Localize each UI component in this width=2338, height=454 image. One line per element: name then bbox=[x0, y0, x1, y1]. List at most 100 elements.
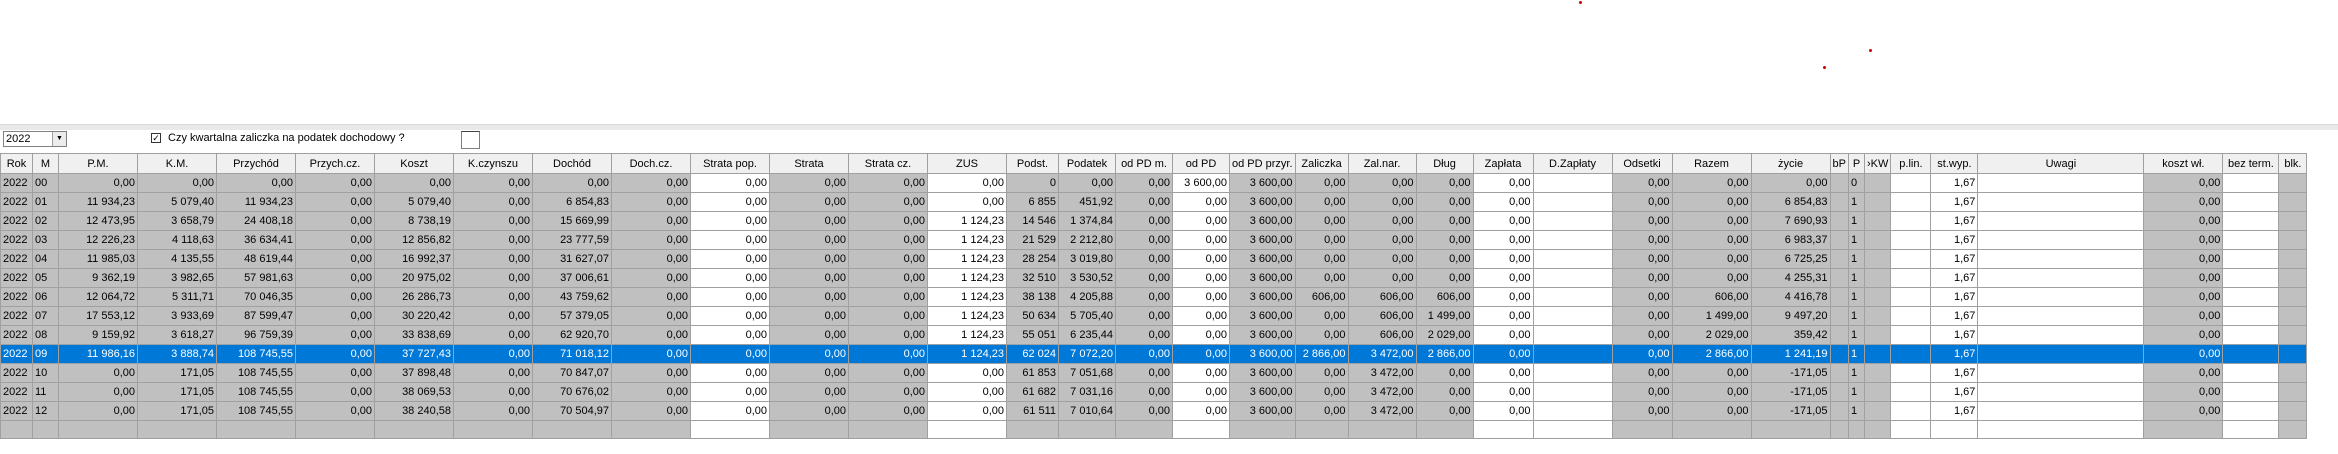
table-cell[interactable] bbox=[2278, 382, 2308, 402]
table-cell[interactable]: 0,00 bbox=[453, 173, 533, 193]
table-cell[interactable]: 3 888,74 bbox=[137, 344, 217, 364]
table-cell[interactable]: 0,00 bbox=[1115, 192, 1173, 212]
table-cell[interactable] bbox=[2222, 192, 2280, 212]
table-cell[interactable] bbox=[1115, 420, 1173, 439]
table-cell[interactable]: 04 bbox=[32, 249, 59, 269]
table-cell[interactable] bbox=[1890, 211, 1932, 231]
table-cell[interactable]: 4 255,31 bbox=[1750, 268, 1831, 288]
table-cell[interactable] bbox=[1848, 420, 1865, 439]
table-cell[interactable]: 1,67 bbox=[1930, 325, 1979, 345]
table-cell[interactable] bbox=[1829, 249, 1850, 269]
table-cell[interactable]: 0,00 bbox=[690, 306, 770, 326]
table-cell[interactable]: 0,00 bbox=[295, 306, 375, 326]
quarterly-advance-checkbox[interactable]: ✓ bbox=[151, 133, 161, 143]
table-cell[interactable]: 1 124,23 bbox=[927, 249, 1007, 269]
table-cell[interactable]: 0,00 bbox=[137, 173, 217, 193]
table-cell[interactable]: 1 124,23 bbox=[927, 325, 1007, 345]
table-cell[interactable] bbox=[1863, 211, 1892, 231]
table-cell[interactable]: 0,00 bbox=[1415, 230, 1474, 250]
table-row[interactable]: 2022 05 9 362,19 3 982,65 57 981,63 0,00 20 97… bbox=[0, 268, 2308, 288]
column-header[interactable]: blk. bbox=[2278, 153, 2308, 174]
table-cell[interactable]: 0,00 bbox=[1172, 230, 1230, 250]
table-cell[interactable] bbox=[0, 420, 33, 439]
table-cell[interactable]: 0,00 bbox=[1472, 401, 1534, 421]
table-cell[interactable]: 0,00 bbox=[1611, 230, 1673, 250]
table-cell[interactable] bbox=[1829, 211, 1850, 231]
table-cell[interactable] bbox=[1890, 287, 1932, 307]
table-cell[interactable]: 0,00 bbox=[1472, 325, 1534, 345]
table-cell[interactable]: 2022 bbox=[0, 382, 33, 402]
table-cell[interactable]: 12 064,72 bbox=[58, 287, 138, 307]
table-cell[interactable] bbox=[927, 420, 1007, 439]
table-cell[interactable] bbox=[1863, 382, 1892, 402]
table-cell[interactable]: 0,00 bbox=[1415, 249, 1474, 269]
column-header[interactable]: st.wyp. bbox=[1930, 153, 1979, 174]
table-cell[interactable]: 3 019,80 bbox=[1058, 249, 1116, 269]
table-cell[interactable]: 2022 bbox=[0, 306, 33, 326]
table-cell[interactable]: 0,00 bbox=[769, 325, 849, 345]
table-cell[interactable] bbox=[2278, 192, 2308, 212]
table-cell[interactable]: 3 472,00 bbox=[1347, 363, 1417, 383]
table-cell[interactable]: 09 bbox=[32, 344, 59, 364]
table-cell[interactable]: 0,00 bbox=[453, 382, 533, 402]
table-cell[interactable]: 61 853 bbox=[1006, 363, 1059, 383]
table-cell[interactable]: 0,00 bbox=[58, 173, 138, 193]
table-cell[interactable]: 32 510 bbox=[1006, 268, 1059, 288]
table-cell[interactable]: 0 bbox=[1848, 173, 1865, 193]
table-cell[interactable]: 108 745,55 bbox=[216, 401, 296, 421]
table-cell[interactable]: 1 499,00 bbox=[1671, 306, 1752, 326]
table-cell[interactable] bbox=[374, 420, 454, 439]
table-cell[interactable]: 5 079,40 bbox=[137, 192, 217, 212]
table-cell[interactable]: 3 600,00 bbox=[1229, 363, 1296, 383]
table-cell[interactable]: 57 379,05 bbox=[532, 306, 612, 326]
table-cell[interactable]: 0,00 bbox=[2143, 192, 2224, 212]
table-cell[interactable]: 0,00 bbox=[1347, 230, 1417, 250]
table-cell[interactable]: 0,00 bbox=[1058, 173, 1116, 193]
table-cell[interactable]: 1 124,23 bbox=[927, 306, 1007, 326]
table-cell[interactable]: 0,00 bbox=[1750, 173, 1831, 193]
table-cell[interactable]: 24 408,18 bbox=[216, 211, 296, 231]
table-cell[interactable]: 3 472,00 bbox=[1347, 344, 1417, 364]
table-cell[interactable] bbox=[1977, 344, 2145, 364]
table-cell[interactable] bbox=[1890, 344, 1932, 364]
table-cell[interactable]: 2 866,00 bbox=[1671, 344, 1752, 364]
table-cell[interactable]: 0,00 bbox=[453, 268, 533, 288]
column-header[interactable]: Przych.cz. bbox=[295, 153, 375, 174]
table-cell[interactable] bbox=[1890, 401, 1932, 421]
table-cell[interactable] bbox=[1977, 420, 2145, 439]
table-cell[interactable]: 606,00 bbox=[1347, 287, 1417, 307]
table-cell[interactable]: 0,00 bbox=[1172, 192, 1230, 212]
table-cell[interactable]: 6 725,25 bbox=[1750, 249, 1831, 269]
column-header[interactable]: Koszt bbox=[374, 153, 454, 174]
table-cell[interactable]: 3 618,27 bbox=[137, 325, 217, 345]
table-cell[interactable]: 1 bbox=[1848, 230, 1865, 250]
table-cell[interactable]: 70 504,97 bbox=[532, 401, 612, 421]
table-cell[interactable]: 0,00 bbox=[1172, 382, 1230, 402]
table-cell[interactable] bbox=[1829, 306, 1850, 326]
table-cell[interactable]: 0,00 bbox=[1472, 173, 1534, 193]
table-cell[interactable] bbox=[2278, 401, 2308, 421]
table-cell[interactable]: 0,00 bbox=[1294, 211, 1349, 231]
table-cell[interactable]: 0,00 bbox=[848, 230, 928, 250]
table-cell[interactable]: 0,00 bbox=[1472, 230, 1534, 250]
table-cell[interactable] bbox=[1829, 363, 1850, 383]
table-cell[interactable] bbox=[1532, 192, 1613, 212]
table-cell[interactable]: 9 497,20 bbox=[1750, 306, 1831, 326]
table-cell[interactable] bbox=[1977, 249, 2145, 269]
table-cell[interactable]: 3 600,00 bbox=[1229, 268, 1296, 288]
table-cell[interactable]: 2022 bbox=[0, 230, 33, 250]
table-cell[interactable] bbox=[1890, 268, 1932, 288]
table-cell[interactable]: 11 934,23 bbox=[58, 192, 138, 212]
column-header[interactable]: D.Zapłaty bbox=[1532, 153, 1613, 174]
table-cell[interactable]: 0,00 bbox=[1611, 401, 1673, 421]
table-cell[interactable]: 0,00 bbox=[611, 192, 691, 212]
table-cell[interactable] bbox=[1890, 306, 1932, 326]
table-cell[interactable]: 0,00 bbox=[1472, 287, 1534, 307]
table-cell[interactable] bbox=[1829, 268, 1850, 288]
table-cell[interactable] bbox=[1532, 306, 1613, 326]
table-cell[interactable]: 36 634,41 bbox=[216, 230, 296, 250]
table-cell[interactable]: 0,00 bbox=[848, 325, 928, 345]
table-cell[interactable]: 0,00 bbox=[1472, 192, 1534, 212]
table-cell[interactable]: 0,00 bbox=[295, 249, 375, 269]
table-cell[interactable]: 0,00 bbox=[1671, 249, 1752, 269]
